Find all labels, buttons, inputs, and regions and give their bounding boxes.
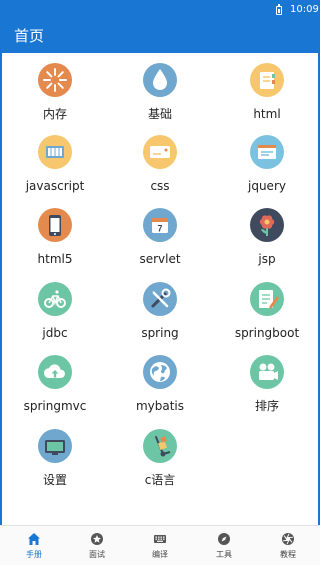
memory-icon (38, 63, 72, 97)
tab-手册[interactable]: 手册 (2, 526, 66, 566)
grid-item-label: jquery (248, 179, 286, 193)
aperture-icon (282, 533, 294, 545)
grid-item-label: servlet (139, 252, 181, 266)
grid-item-label: spring (141, 326, 179, 340)
tab-label: 教程 (280, 550, 296, 559)
smartphone-icon (38, 208, 72, 242)
star-icon (91, 533, 103, 545)
keyboard-icon (154, 535, 166, 543)
grid-item-javascript[interactable]: javascript (5, 135, 105, 205)
calendar-icon: 7 (143, 208, 177, 242)
hand-truck-icon (143, 429, 177, 463)
grid-item-设置[interactable]: 设置 (5, 429, 105, 499)
grid-item-css[interactable]: css (110, 135, 210, 205)
grid-item-label: javascript (25, 179, 85, 193)
app-bar: 首页 (0, 20, 320, 53)
card-icon (143, 135, 177, 169)
bicycle-icon (38, 282, 72, 316)
grid-item-label: springmvc (23, 399, 87, 413)
app-window-icon (38, 135, 72, 169)
page-title: 首页 (14, 27, 45, 45)
grid-item-servlet[interactable]: 7 servlet (110, 208, 210, 278)
grid-item-mybatis[interactable]: mybatis (110, 355, 210, 425)
grid-item-label: 排序 (254, 399, 279, 413)
grid-item-label: jdbc (42, 326, 68, 340)
grid-item-label: c语言 (144, 473, 176, 487)
tab-教程[interactable]: 教程 (256, 526, 320, 566)
tab-label: 面试 (89, 550, 105, 559)
grid-item-spring[interactable]: spring (110, 282, 210, 352)
tab-label: 工具 (216, 550, 232, 559)
globe-icon (143, 355, 177, 389)
tools-icon (143, 282, 177, 316)
flower-icon (250, 208, 284, 242)
category-grid: 内存 基础 html javascript css jquery html5 7 servlet… (0, 53, 320, 525)
grid-item-label: 基础 (147, 107, 172, 121)
grid-item-内存[interactable]: 内存 (5, 63, 105, 133)
grid-item-springmvc[interactable]: springmvc (5, 355, 105, 425)
grid-item-label: springboot (234, 326, 300, 340)
edit-document-icon (250, 282, 284, 316)
grid-item-label: css (150, 179, 170, 193)
grid-item-label: 内存 (42, 107, 67, 121)
grid-item-springboot[interactable]: springboot (217, 282, 317, 352)
grid-item-排序[interactable]: 排序 (217, 355, 317, 425)
film-camera-icon (250, 355, 284, 389)
grid-item-jdbc[interactable]: jdbc (5, 282, 105, 352)
grid-item-label: 设置 (42, 473, 67, 487)
tab-面试[interactable]: 面试 (65, 526, 129, 566)
grid-item-c语言[interactable]: c语言 (110, 429, 210, 499)
grid-item-基础[interactable]: 基础 (110, 63, 210, 133)
cloud-upload-icon (38, 355, 72, 389)
status-time: 10:09 (290, 4, 319, 15)
grid-item-html[interactable]: html (217, 63, 317, 133)
tab-label: 编译 (152, 550, 168, 559)
monitor-icon (38, 429, 72, 463)
battery-icon (276, 4, 282, 15)
svg-text:7: 7 (157, 224, 162, 234)
grid-item-html5[interactable]: html5 (5, 208, 105, 278)
notebook-icon (250, 63, 284, 97)
tab-label: 手册 (26, 550, 42, 559)
grid-item-jsp[interactable]: jsp (217, 208, 317, 278)
grid-item-label: mybatis (135, 399, 185, 413)
bottom-tab-bar: 手册 面试 编译 工具 教程 (0, 525, 320, 565)
grid-item-label: html (253, 107, 281, 121)
grid-item-label: jsp (258, 252, 276, 266)
status-bar: 10:09 (0, 0, 320, 20)
home-icon (28, 533, 40, 545)
grid-item-label: html5 (37, 252, 73, 266)
grid-item-jquery[interactable]: jquery (217, 135, 317, 205)
tab-编译[interactable]: 编译 (128, 526, 192, 566)
tab-工具[interactable]: 工具 (192, 526, 256, 566)
water-drop-icon (143, 63, 177, 97)
compass-icon (218, 533, 230, 545)
browser-icon (250, 135, 284, 169)
